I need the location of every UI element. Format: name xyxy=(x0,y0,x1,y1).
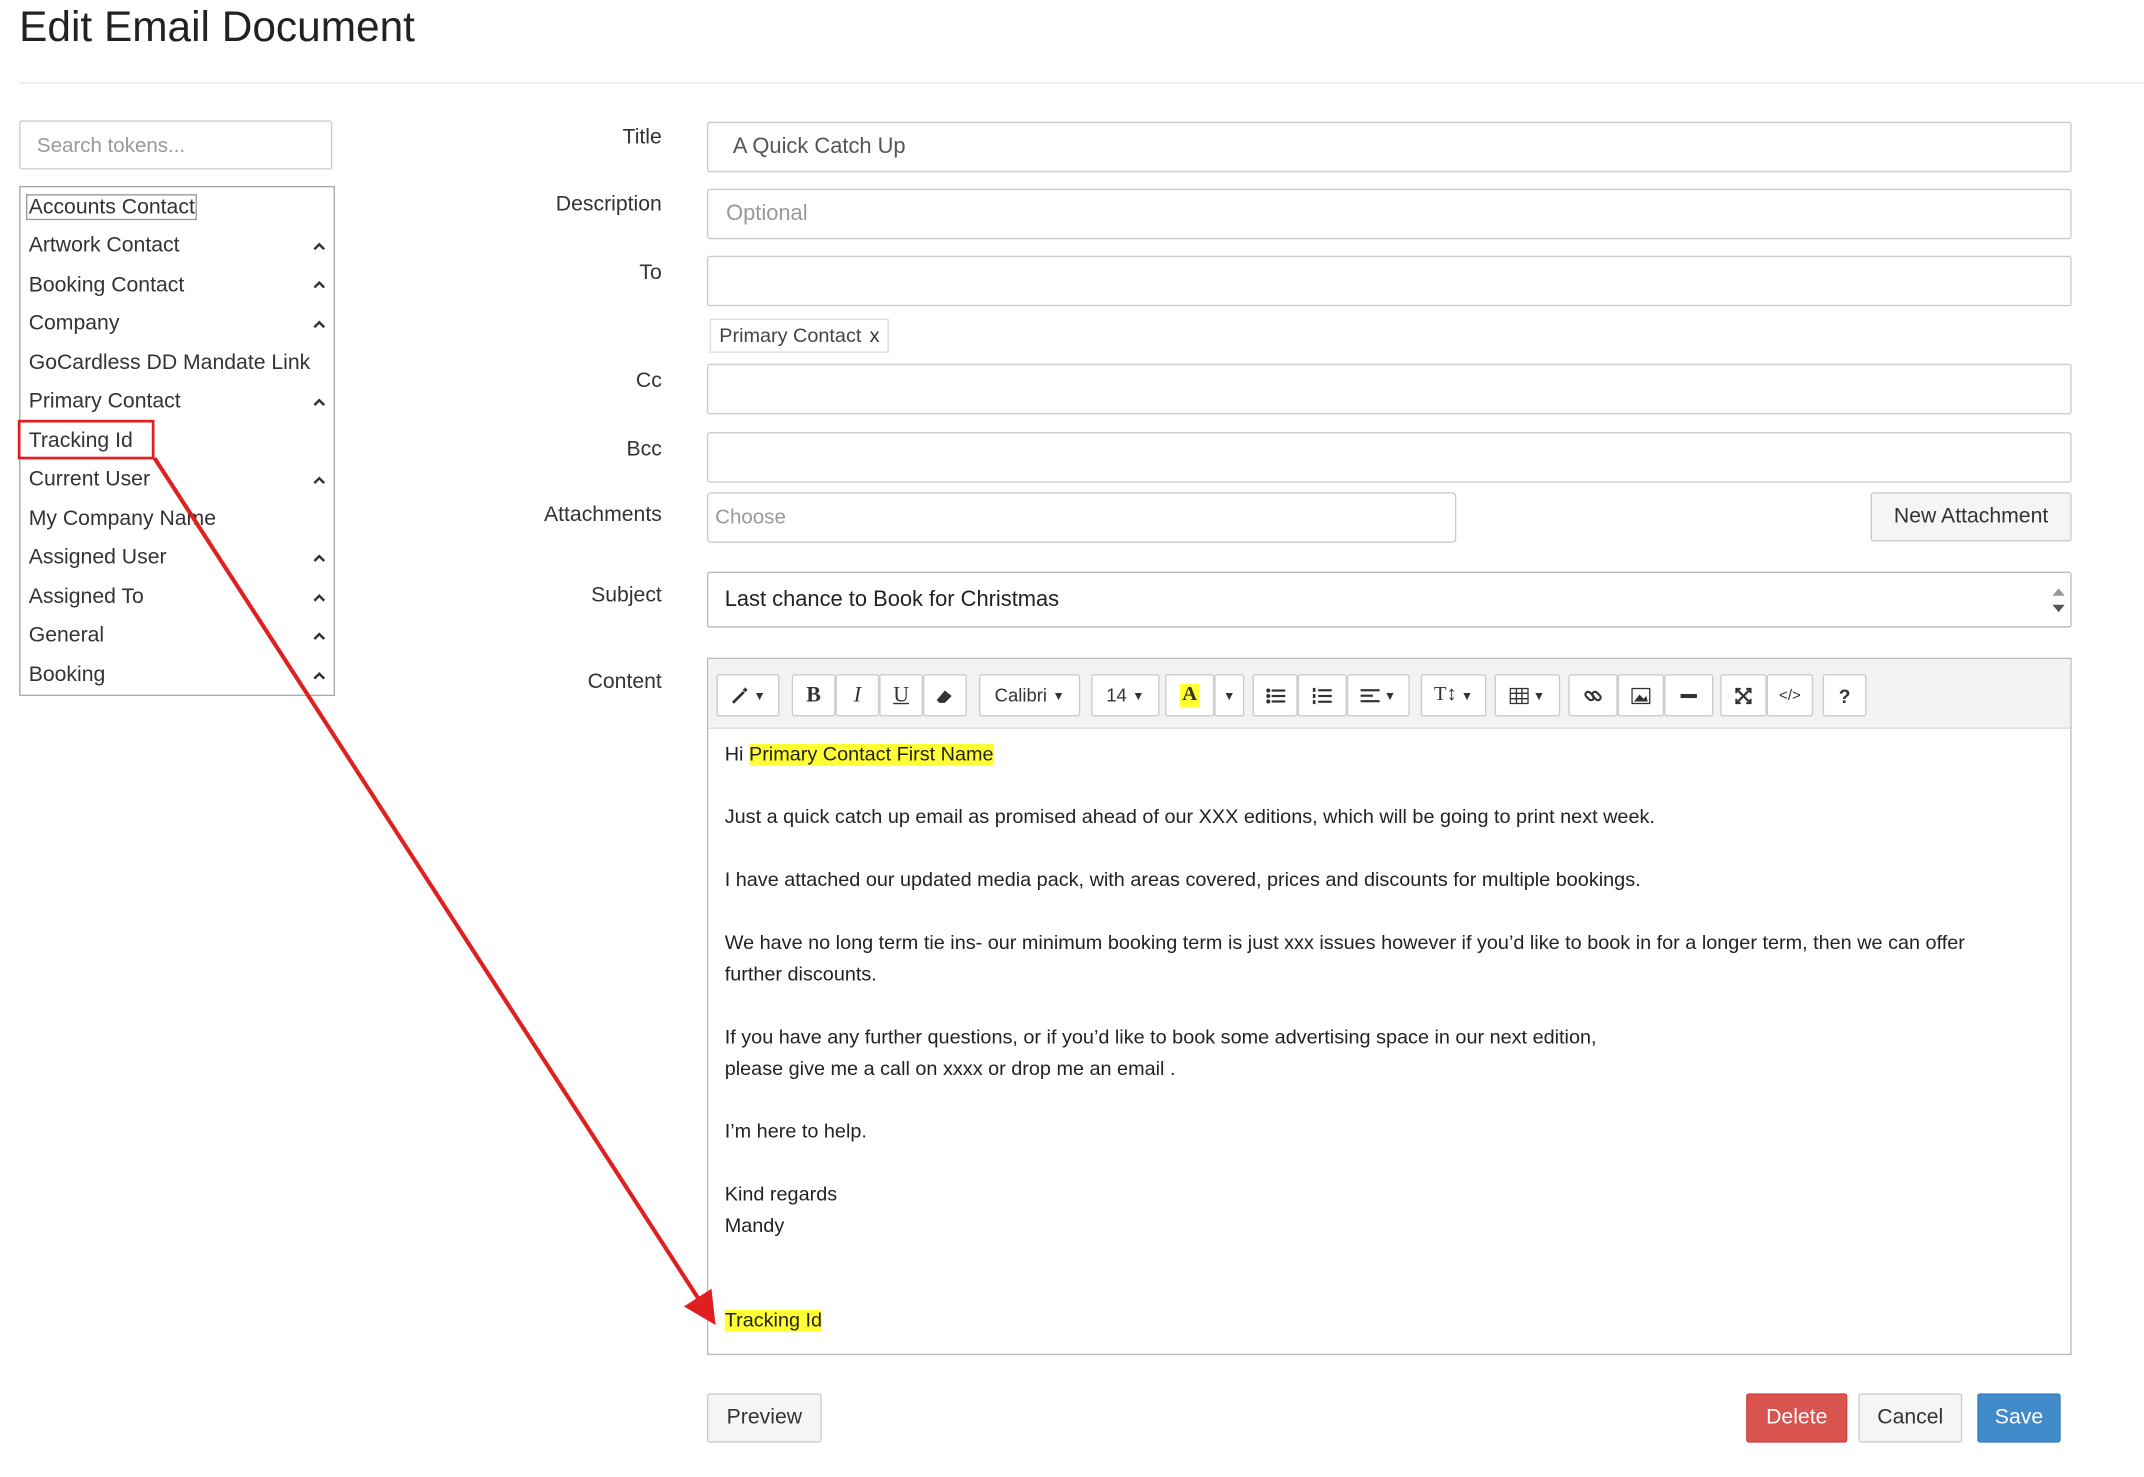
annotation-arrow xyxy=(152,456,716,1326)
